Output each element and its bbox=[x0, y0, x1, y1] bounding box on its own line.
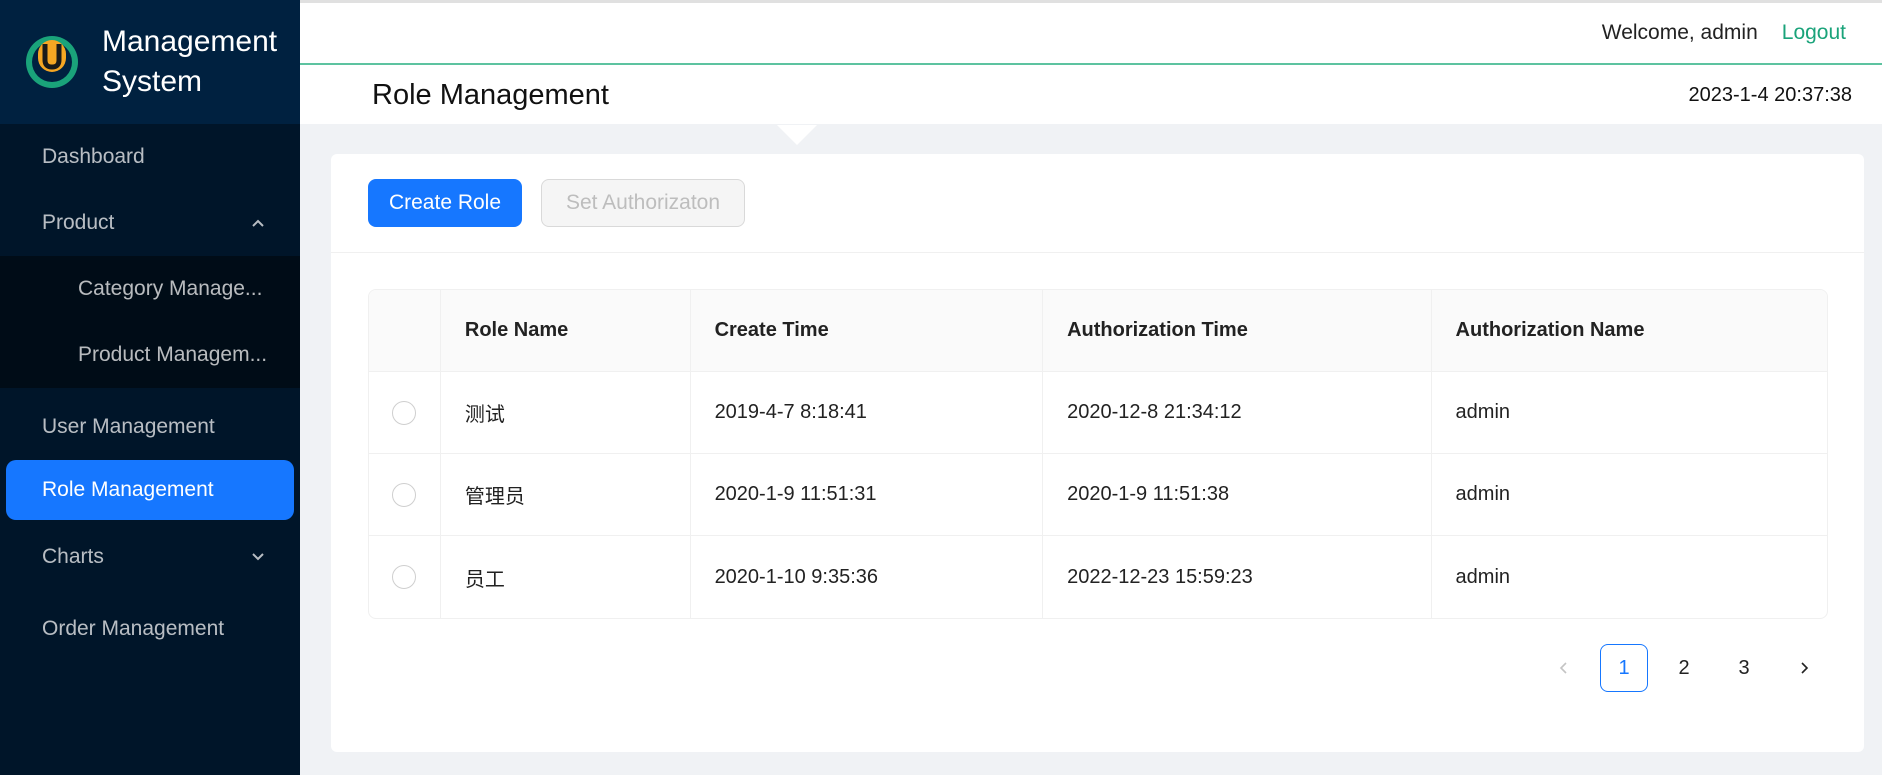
welcome-text: Welcome, admin bbox=[1601, 21, 1758, 44]
sidebar-item-order-management[interactable]: Order Management bbox=[0, 596, 300, 662]
auth-time-cell: 2020-1-9 11:51:38 bbox=[1043, 454, 1432, 535]
chevron-right-icon bbox=[1801, 662, 1809, 674]
sidebar-item-label: Dashboard bbox=[42, 145, 145, 168]
sidebar-item-label: Role Management bbox=[42, 478, 214, 501]
sidebar-item-label: Charts bbox=[42, 545, 104, 568]
table-row[interactable]: 员工 2020-1-10 9:35:36 2022-12-23 15:59:23… bbox=[369, 536, 1827, 618]
role-name-cell: 管理员 bbox=[441, 454, 691, 535]
header-top-bar: Welcome, admin Logout bbox=[300, 3, 1882, 65]
select-column-header bbox=[369, 290, 441, 371]
set-authorization-button: Set Authorizaton bbox=[541, 179, 745, 227]
row-radio[interactable] bbox=[392, 482, 417, 507]
row-radio[interactable] bbox=[392, 400, 417, 425]
table-row[interactable]: 测试 2019-4-7 8:18:41 2020-12-8 21:34:12 a… bbox=[369, 372, 1827, 454]
page-button-1[interactable]: 1 bbox=[1600, 644, 1648, 692]
create-role-button[interactable]: Create Role bbox=[368, 179, 522, 227]
create-time-cell: 2020-1-10 9:35:36 bbox=[691, 536, 1044, 618]
role-name-cell: 测试 bbox=[441, 372, 691, 453]
sidebar-item-label: Order Management bbox=[42, 617, 225, 640]
sidebar-item-user-management[interactable]: User Management bbox=[0, 394, 300, 460]
chevron-down-icon bbox=[252, 553, 264, 561]
current-datetime: 2023-1-4 20:37:38 bbox=[1688, 83, 1852, 106]
page-button-2[interactable]: 2 bbox=[1660, 644, 1708, 692]
sidebar-item-product-management[interactable]: Product Managem... bbox=[0, 322, 300, 388]
role-card: Create Role Set Authorizaton Role Name C… bbox=[331, 154, 1864, 752]
page-button-3[interactable]: 3 bbox=[1720, 644, 1768, 692]
auth-name-cell: admin bbox=[1455, 401, 1511, 423]
sidebar: Management System Dashboard Product Cate… bbox=[0, 0, 300, 775]
sidebar-item-role-management[interactable]: Role Management bbox=[6, 460, 294, 520]
sidebar-item-label: User Management bbox=[42, 415, 215, 438]
row-select-cell bbox=[369, 372, 441, 453]
create-time-cell: 2020-1-9 11:51:31 bbox=[691, 454, 1044, 535]
prev-page-button[interactable] bbox=[1540, 644, 1588, 692]
page-title: Role Management bbox=[372, 78, 609, 111]
auth-time-cell: 2022-12-23 15:59:23 bbox=[1043, 536, 1432, 618]
column-header-role-name: Role Name bbox=[441, 290, 691, 371]
next-page-button[interactable] bbox=[1780, 644, 1828, 692]
create-time-cell: 2019-4-7 8:18:41 bbox=[691, 372, 1044, 453]
header: Welcome, admin Logout Role Management 20… bbox=[300, 0, 1882, 145]
table-header-row: Role Name Create Time Authorization Time… bbox=[369, 290, 1827, 372]
sidebar-item-label: Product Managem... bbox=[78, 343, 268, 366]
auth-name-cell: admin bbox=[1455, 483, 1511, 505]
card-toolbar: Create Role Set Authorizaton bbox=[331, 154, 1864, 253]
sidebar-item-label: Category Manage... bbox=[78, 277, 263, 300]
table-row[interactable]: 管理员 2020-1-9 11:51:31 2020-1-9 11:51:38 … bbox=[369, 454, 1827, 536]
sidebar-item-product[interactable]: Product bbox=[0, 190, 300, 256]
chevron-left-icon bbox=[1559, 662, 1567, 674]
row-radio[interactable] bbox=[392, 565, 417, 589]
chevron-up-icon bbox=[252, 219, 264, 227]
column-header-authorization-time: Authorization Time bbox=[1043, 290, 1432, 371]
column-header-authorization-name: Authorization Name bbox=[1455, 319, 1645, 341]
sidebar-item-category-management[interactable]: Category Manage... bbox=[0, 256, 300, 322]
logout-link[interactable]: Logout bbox=[1782, 21, 1846, 45]
sidebar-item-dashboard[interactable]: Dashboard bbox=[0, 124, 300, 190]
pagination: 1 2 3 bbox=[1528, 644, 1828, 692]
app-title: Management System bbox=[102, 25, 278, 98]
sidebar-item-label: Product bbox=[42, 211, 115, 234]
roles-table: Role Name Create Time Authorization Time… bbox=[368, 289, 1828, 619]
product-submenu: Category Manage... Product Managem... bbox=[0, 256, 300, 388]
title-pointer bbox=[777, 125, 817, 145]
logo-area: Management System bbox=[0, 0, 300, 124]
header-title-bar: Role Management 2023-1-4 20:37:38 bbox=[300, 65, 1882, 145]
auth-time-cell: 2020-12-8 21:34:12 bbox=[1043, 372, 1432, 453]
u-logo-icon bbox=[26, 36, 78, 88]
sidebar-item-charts[interactable]: Charts bbox=[0, 524, 300, 590]
role-name-cell: 员工 bbox=[441, 536, 691, 618]
auth-name-cell: admin bbox=[1455, 565, 1511, 588]
row-select-cell bbox=[369, 536, 441, 618]
column-header-create-time: Create Time bbox=[691, 290, 1044, 371]
row-select-cell bbox=[369, 454, 441, 535]
